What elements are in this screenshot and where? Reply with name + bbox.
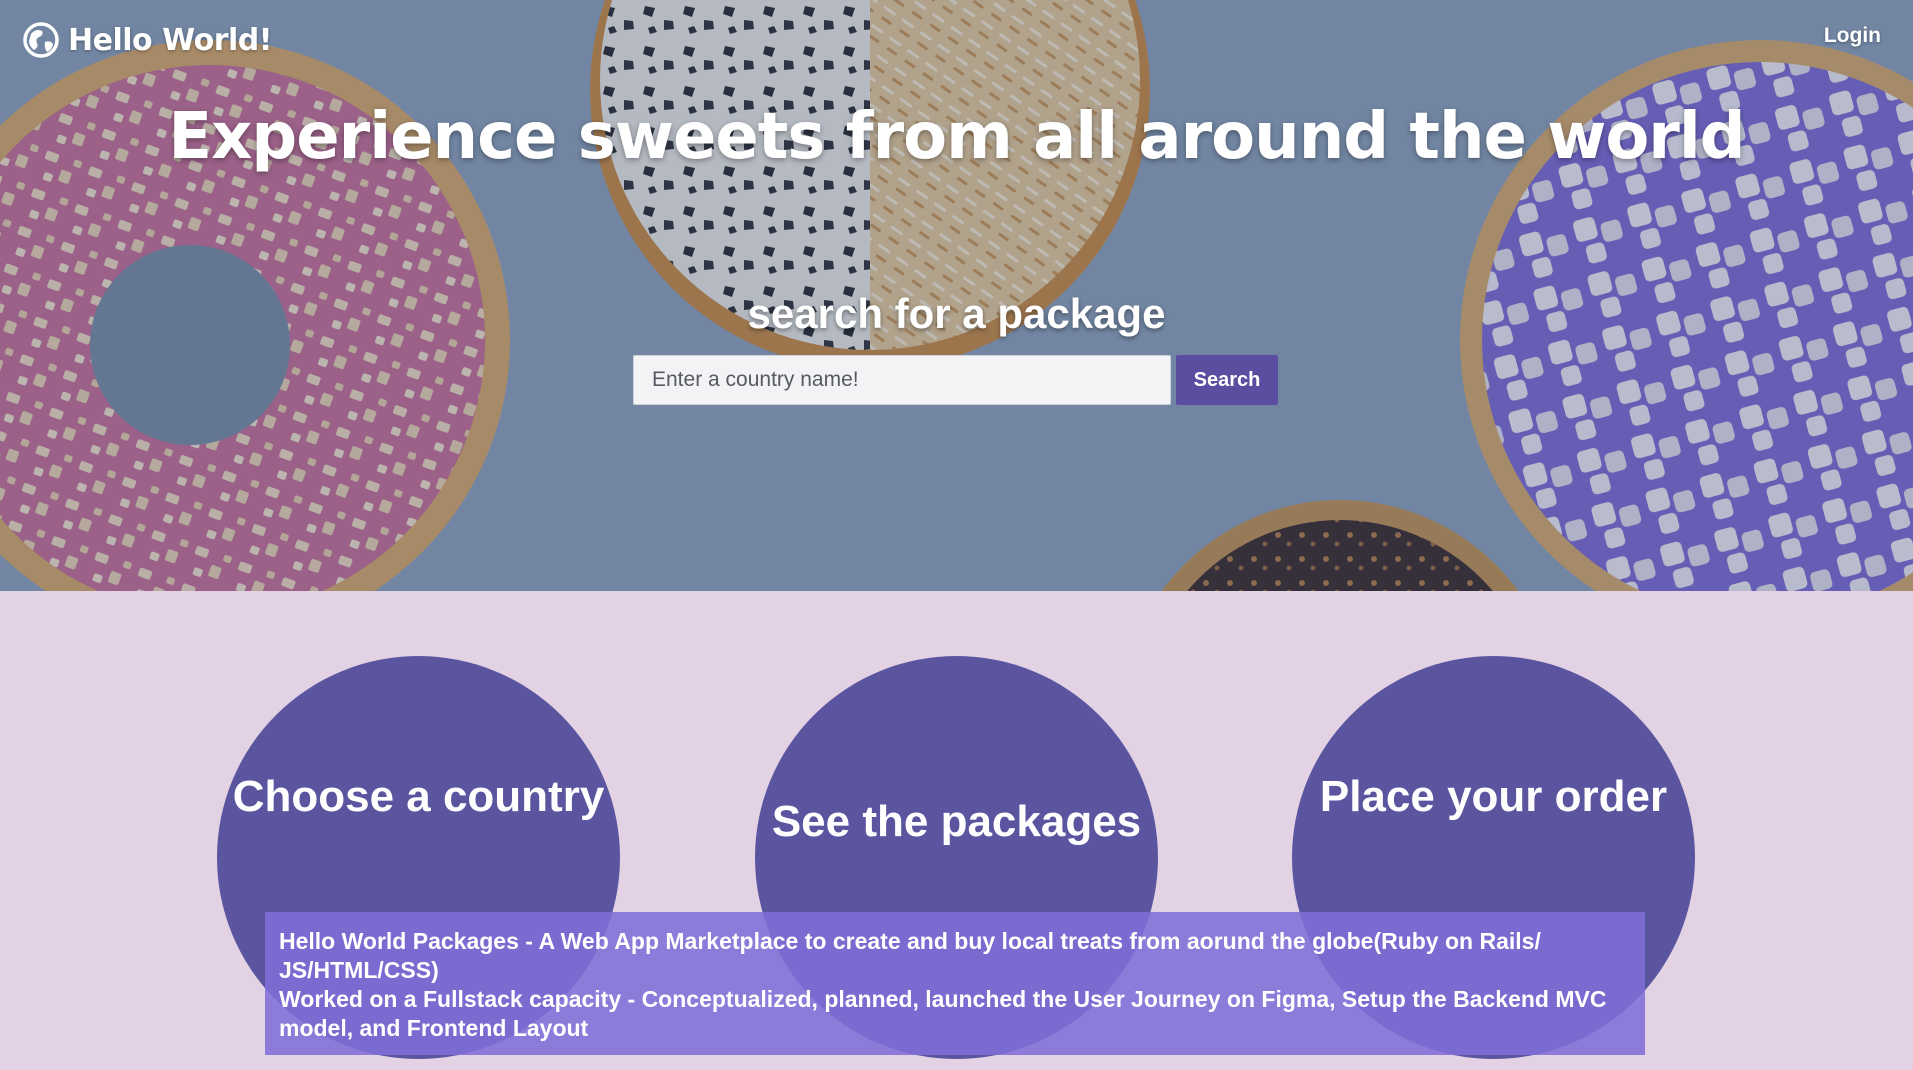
search-button[interactable]: Search [1176, 355, 1278, 405]
search-heading: search for a package [747, 290, 1166, 337]
country-search-input[interactable] [633, 355, 1171, 405]
brand-name: Hello World! [68, 22, 272, 58]
brand-logo-link[interactable]: Hello World! [22, 18, 272, 62]
globe-icon [22, 21, 60, 59]
page: Hello World! Login Experience sweets fro… [0, 0, 1913, 1070]
login-link[interactable]: Login [1824, 24, 1881, 48]
step-label: Place your order [1319, 772, 1668, 821]
step-label: See the packages [771, 797, 1142, 846]
hero-section: Hello World! Login Experience sweets fro… [0, 0, 1913, 591]
caption-line-project: Hello World Packages - A Web App Marketp… [279, 928, 1541, 983]
caption-line-role: Worked on a Fullstack capacity - Concept… [279, 986, 1607, 1041]
project-description-caption: Hello World Packages - A Web App Marketp… [265, 912, 1645, 1055]
hero-title: Experience sweets from all around the wo… [168, 100, 1745, 174]
step-label: Choose a country [232, 772, 605, 821]
